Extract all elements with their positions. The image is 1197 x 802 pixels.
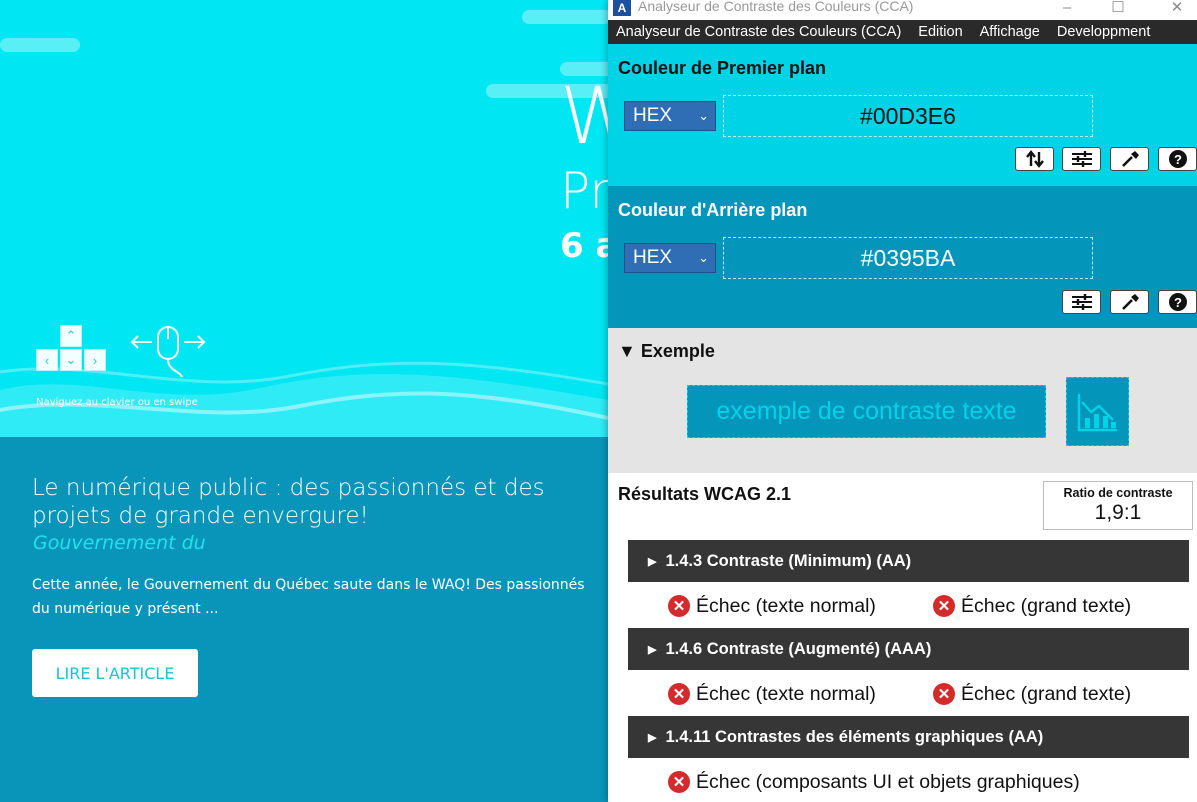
example-title: Exemple xyxy=(640,341,715,361)
sliders-icon xyxy=(1071,294,1092,310)
triangle-right-icon: ▶ xyxy=(648,731,657,744)
result-item: ✕ Échec (grand texte) xyxy=(933,593,1131,619)
fail-icon: ✕ xyxy=(668,595,690,617)
criterion-label: 1.4.3 Contraste (Minimum) (AA) xyxy=(665,551,912,570)
background-hex-input[interactable]: #0395BA xyxy=(723,237,1093,279)
title-bar[interactable]: A Analyseur de Contraste des Couleurs (C… xyxy=(608,0,1197,20)
maximize-button[interactable]: ☐ xyxy=(1103,0,1133,17)
foreground-help-button[interactable]: ? xyxy=(1158,147,1197,171)
sliders-icon xyxy=(1071,151,1092,167)
fail-icon: ✕ xyxy=(668,683,690,705)
background-format-value: HEX xyxy=(633,247,673,268)
cca-window: A Analyseur de Contraste des Couleurs (C… xyxy=(608,0,1197,802)
chevron-down-icon: ⌄ xyxy=(698,250,709,265)
fail-icon: ✕ xyxy=(668,771,690,793)
menu-edition[interactable]: Edition xyxy=(918,24,962,40)
app-logo-icon: A xyxy=(613,0,631,16)
decorative-bar xyxy=(522,10,612,24)
menu-bar: Analyseur de Contraste des Couleurs (CCA… xyxy=(608,20,1197,44)
example-toggle[interactable]: ▼ Exemple xyxy=(618,341,715,362)
results-title: Résultats WCAG 2.1 xyxy=(618,484,792,504)
background-format-select[interactable]: HEX ⌄ xyxy=(624,243,716,273)
triangle-right-icon: ▶ xyxy=(648,643,657,656)
result-item: ✕ Échec (grand texte) xyxy=(933,681,1131,707)
eyedropper-icon xyxy=(1121,151,1139,167)
result-item: ✕ Échec (composants UI et objets graphiq… xyxy=(668,769,1080,795)
chart-icon xyxy=(1077,393,1117,431)
fail-icon: ✕ xyxy=(933,683,955,705)
foreground-adjust-button[interactable] xyxy=(1062,147,1101,171)
mouse-swipe-icon xyxy=(130,326,206,378)
window-title: Analyseur de Contraste des Couleurs (CCA… xyxy=(638,0,914,14)
article-excerpt: Cette année, le Gouvernement du Québec s… xyxy=(32,577,585,617)
navigation-hint-text: Naviguez au clavier ou en swipe xyxy=(36,397,198,408)
read-article-button[interactable]: LIRE L'ARTICLE xyxy=(32,649,198,697)
decorative-bar xyxy=(0,38,80,52)
menu-developpment[interactable]: Developpment xyxy=(1057,24,1151,40)
help-icon: ? xyxy=(1168,293,1187,311)
swap-icon xyxy=(1025,150,1044,168)
triangle-right-icon: ▶ xyxy=(648,555,657,568)
foreground-format-select[interactable]: HEX ⌄ xyxy=(624,101,716,131)
background-adjust-button[interactable] xyxy=(1062,290,1101,314)
foreground-hex-input[interactable]: #00D3E6 xyxy=(723,95,1093,137)
triangle-down-icon: ▼ xyxy=(618,341,636,361)
background-title: Couleur d'Arrière plan xyxy=(618,200,808,220)
arrow-left-key-icon: ‹ xyxy=(36,349,58,371)
criterion-label: 1.4.11 Contrastes des éléments graphique… xyxy=(665,727,1044,746)
foreground-title: Couleur de Premier plan xyxy=(618,58,827,78)
close-button[interactable]: ✕ xyxy=(1162,0,1192,17)
minimize-button[interactable]: – xyxy=(1052,0,1082,17)
fail-icon: ✕ xyxy=(933,595,955,617)
example-section: ▼ Exemple exemple de contraste texte xyxy=(608,328,1197,473)
swap-colors-button[interactable] xyxy=(1015,147,1054,171)
arrow-right-key-icon: › xyxy=(84,349,106,371)
result-item: ✕ Échec (texte normal) xyxy=(668,681,876,707)
article-subtitle: Gouvernement du xyxy=(33,532,206,554)
article-title[interactable]: Le numérique public : des passionnés et … xyxy=(32,474,552,530)
result-text: Échec (texte normal) xyxy=(696,682,876,705)
background-eyedropper-button[interactable] xyxy=(1110,290,1149,314)
menu-app[interactable]: Analyseur de Contraste des Couleurs (CCA… xyxy=(616,24,901,40)
result-text: Échec (grand texte) xyxy=(961,682,1132,705)
criterion-1-4-11-toggle[interactable]: ▶ 1.4.11 Contrastes des éléments graphiq… xyxy=(628,716,1189,758)
svg-text:?: ? xyxy=(1174,152,1182,167)
eyedropper-icon xyxy=(1121,294,1139,310)
foreground-format-value: HEX xyxy=(633,105,673,126)
result-text: Échec (texte normal) xyxy=(696,594,876,617)
result-text: Échec (grand texte) xyxy=(961,594,1132,617)
contrast-ratio-box: Ratio de contraste 1,9:1 xyxy=(1043,481,1193,530)
arrow-down-key-icon: ⌄ xyxy=(60,349,82,371)
result-text: Échec (composants UI et objets graphique… xyxy=(696,770,1080,793)
contrast-ratio-label: Ratio de contraste xyxy=(1063,486,1173,500)
svg-text:?: ? xyxy=(1174,295,1182,310)
background-help-button[interactable]: ? xyxy=(1158,290,1197,314)
menu-affichage[interactable]: Affichage xyxy=(980,24,1040,40)
criterion-label: 1.4.6 Contraste (Augmenté) (AAA) xyxy=(665,639,932,658)
article-card: Le numérique public : des passionnés et … xyxy=(0,437,608,802)
example-text-preview: exemple de contraste texte xyxy=(687,385,1046,438)
contrast-ratio-value: 1,9:1 xyxy=(1094,501,1142,524)
hero-subtitle-fragment: Pr xyxy=(560,162,610,220)
criterion-1-4-6-toggle[interactable]: ▶ 1.4.6 Contraste (Augmenté) (AAA) xyxy=(628,628,1189,670)
result-item: ✕ Échec (texte normal) xyxy=(668,593,876,619)
example-graphic-preview xyxy=(1066,377,1129,446)
chevron-down-icon: ⌄ xyxy=(698,108,709,123)
arrow-up-key-icon: ⌃ xyxy=(60,325,82,347)
background-color-section: Couleur d'Arrière plan HEX ⌄ #0395BA ? xyxy=(608,186,1197,328)
foreground-eyedropper-button[interactable] xyxy=(1110,147,1149,171)
help-icon: ? xyxy=(1168,150,1187,168)
criterion-1-4-3-toggle[interactable]: ▶ 1.4.3 Contraste (Minimum) (AA) xyxy=(628,540,1189,582)
foreground-color-section: Couleur de Premier plan HEX ⌄ #00D3E6 ? xyxy=(608,44,1197,186)
